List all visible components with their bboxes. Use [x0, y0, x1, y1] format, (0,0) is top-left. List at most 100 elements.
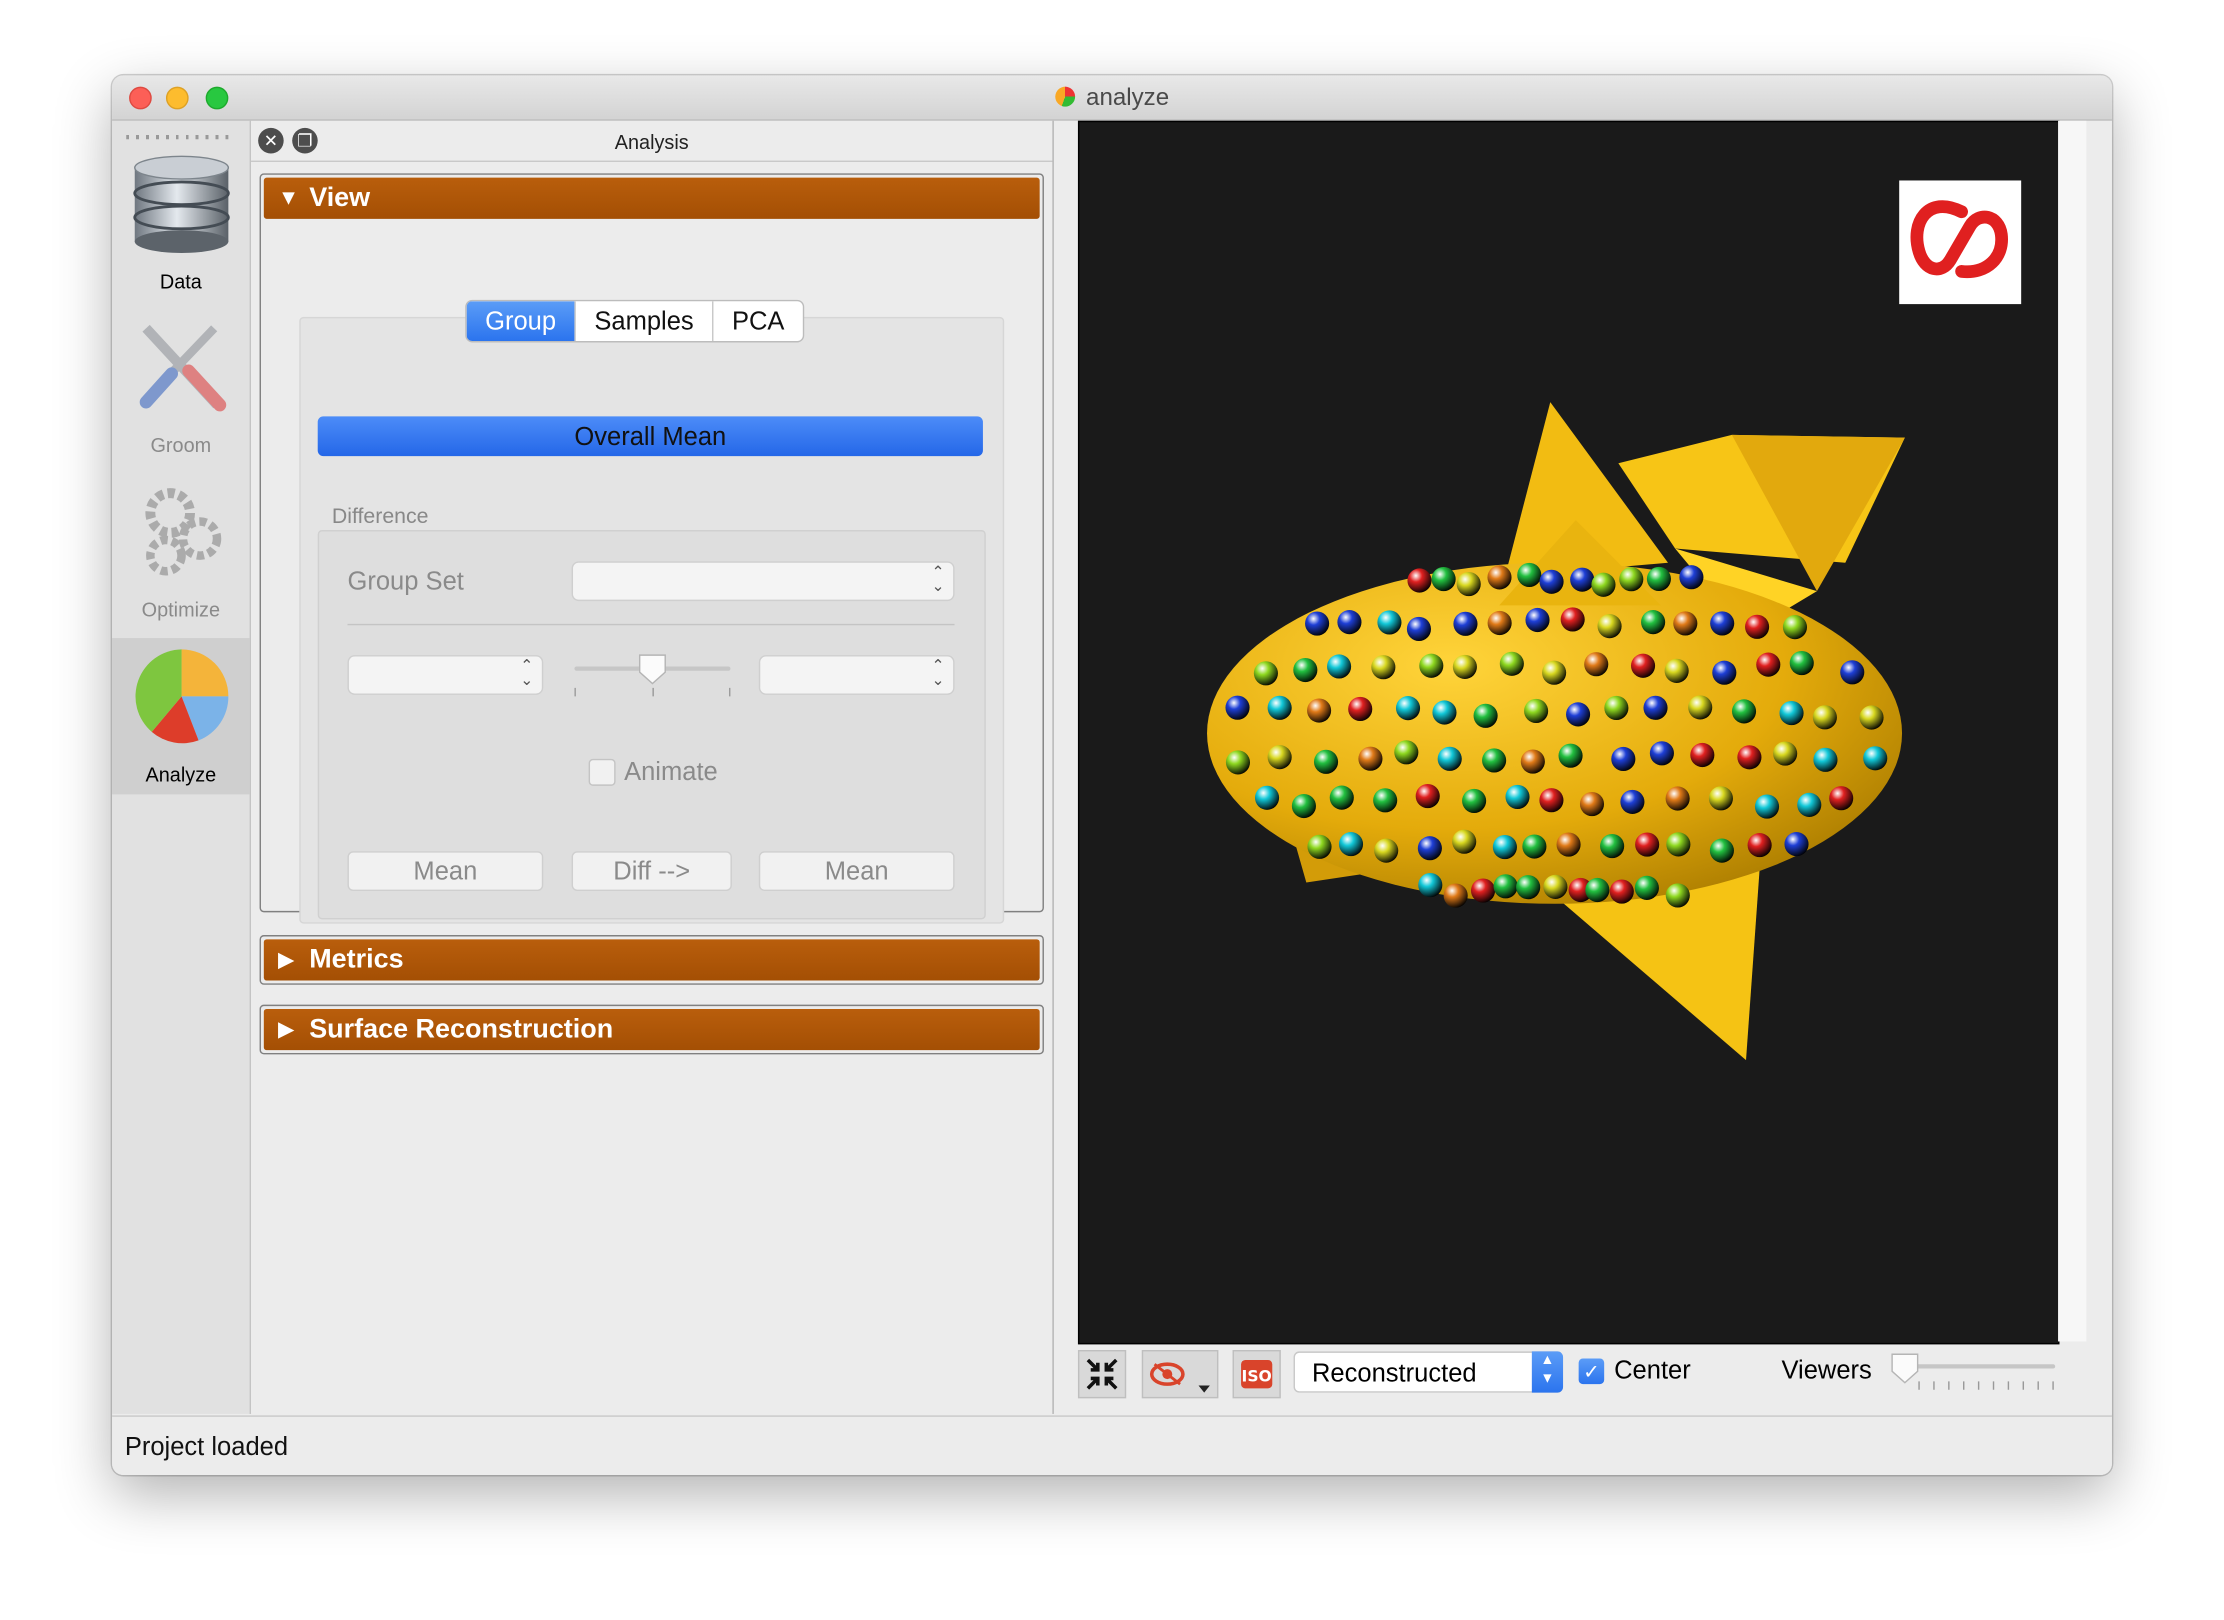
svg-text:ISO: ISO [1242, 1367, 1272, 1385]
view-mode-tabs: Group Samples PCA [465, 299, 805, 343]
particle-sphere [1415, 783, 1440, 809]
particle-sphere [1395, 696, 1421, 721]
tool-bar: Data Groom Optimize Analyze [112, 120, 252, 1414]
view-section-header[interactable]: ▼ View [263, 177, 1040, 219]
particle-sphere [1225, 695, 1250, 720]
particle-sphere [1829, 786, 1854, 811]
particle-sphere [1797, 792, 1822, 817]
particle-sphere [1313, 749, 1339, 774]
particle-sphere [1394, 740, 1419, 765]
collapsed-triangle-icon: ▶ [278, 947, 295, 972]
group-set-select[interactable]: ⌃ ⌄ [571, 561, 955, 602]
particle-sphere [1604, 695, 1629, 721]
particle-sphere [1556, 832, 1581, 857]
particle-sphere [1267, 745, 1292, 770]
particle-sphere [1524, 698, 1549, 724]
particle-sphere [1453, 611, 1478, 636]
updown-chevron-icon: ⌃ ⌄ [520, 657, 534, 690]
collapsed-triangle-icon: ▶ [278, 1017, 295, 1042]
right-group-select[interactable]: ⌃ ⌄ [758, 655, 955, 695]
metrics-section-header[interactable]: ▶ Metrics [263, 939, 1040, 981]
particle-sphere [1620, 789, 1645, 814]
status-text: Project loaded [124, 1432, 289, 1461]
app-logo [1899, 180, 2022, 305]
particle-sphere [1505, 784, 1530, 810]
particle-sphere [1473, 703, 1498, 728]
particle-sphere [1812, 705, 1837, 730]
particle-sphere [1293, 657, 1318, 683]
particle-sphere [1443, 883, 1468, 908]
iso-icon[interactable]: ISO [1232, 1349, 1281, 1399]
particle-sphere [1539, 788, 1564, 813]
collapse-arrows-icon[interactable] [1077, 1349, 1127, 1399]
particle-sphere [1619, 567, 1644, 592]
particle-sphere [1782, 615, 1808, 640]
tool-analyze-button[interactable]: Analyze [112, 638, 250, 795]
center-checkbox[interactable]: ✓ [1578, 1358, 1605, 1385]
particle-sphere [1337, 610, 1362, 635]
particle-sphere [1539, 569, 1564, 594]
display-mode-select[interactable]: Reconstructed ▲ ▼ [1293, 1351, 1564, 1393]
eye-icon[interactable] [1141, 1349, 1219, 1399]
tool-optimize-button[interactable]: Optimize [112, 473, 250, 629]
particle-sphere [1747, 833, 1772, 858]
particle-sphere [1709, 838, 1734, 863]
database-icon [133, 155, 230, 253]
particle-sphere [1407, 568, 1432, 593]
app-window: analyze Data Groom Optimize Analyze ✕ ❐ … [112, 75, 2112, 1476]
panel-header: ✕ ❐ Analysis [251, 121, 1053, 162]
left-group-select[interactable]: ⌃ ⌄ [347, 655, 544, 695]
particle-sphere [1543, 874, 1568, 899]
particle-sphere [1635, 832, 1660, 857]
mean-left-button[interactable]: Mean [347, 851, 544, 891]
window-title-text: analyze [1086, 83, 1170, 111]
particle-sphere [1329, 785, 1354, 810]
difference-group-box: Group Set ⌃ ⌄ ⌃ ⌄ ⌃ ⌄ Animate Mean Diff … [317, 530, 986, 920]
group-set-label: Group Set [347, 566, 464, 596]
particle-sphere [1373, 788, 1398, 813]
viewers-slider-track[interactable] [1904, 1364, 2056, 1369]
tool-optimize-label: Optimize [141, 598, 221, 621]
expanded-triangle-icon: ▼ [278, 186, 300, 211]
tab-samples[interactable]: Samples [574, 301, 712, 342]
surface-reconstruction-title: Surface Reconstruction [309, 1014, 614, 1045]
animate-checkbox[interactable] [588, 758, 616, 786]
mean-right-button[interactable]: Mean [758, 851, 955, 891]
particle-sphere [1406, 616, 1431, 642]
3d-viewport[interactable] [1077, 120, 2060, 1345]
surface-reconstruction-header[interactable]: ▶ Surface Reconstruction [263, 1008, 1040, 1051]
viewer-toolbar: ISO Reconstructed ▲ ▼ ✓ Center Viewers [1054, 1343, 2112, 1414]
pie-chart-icon [135, 649, 229, 744]
particle-sphere [1431, 566, 1456, 592]
animate-label: Animate [624, 757, 718, 786]
toolbar-grip[interactable] [126, 134, 229, 140]
particle-sphere [1863, 746, 1888, 771]
particle-sphere [1493, 874, 1518, 899]
viewers-slider-thumb[interactable] [1891, 1353, 1919, 1384]
particle-sphere [1358, 746, 1383, 771]
tool-groom-button[interactable]: Groom [112, 308, 250, 464]
display-mode-value: Reconstructed [1311, 1358, 1477, 1387]
particle-sphere [1666, 832, 1691, 857]
tab-pca[interactable]: PCA [712, 301, 803, 342]
particle-sphere [1307, 698, 1332, 723]
metrics-section-title: Metrics [309, 944, 404, 975]
overall-mean-button[interactable]: Overall Mean [317, 416, 983, 457]
analysis-panel: ✕ ❐ Analysis ▼ View Group Samples PCA Ove… [251, 120, 1054, 1414]
viewer-scrollbar[interactable] [2058, 120, 2087, 1342]
updown-chevron-icon: ▲ ▼ [1531, 1351, 1564, 1393]
particle-sphere [1305, 611, 1330, 636]
tab-group[interactable]: Group [466, 301, 575, 342]
particle-sphere [1591, 572, 1616, 597]
group-slider-thumb[interactable] [638, 654, 666, 685]
particle-sphere [1225, 750, 1251, 775]
particle-sphere [1560, 607, 1585, 632]
updown-chevron-icon: ⌃ ⌄ [931, 564, 945, 596]
particle-sphere [1634, 875, 1659, 900]
particle-sphere [1418, 872, 1443, 898]
particle-sphere [1665, 883, 1690, 908]
view-section-title: View [309, 183, 371, 214]
particle-sphere [1462, 788, 1487, 813]
tool-data-button[interactable]: Data [112, 145, 250, 301]
diff-button[interactable]: Diff --> [571, 851, 732, 891]
